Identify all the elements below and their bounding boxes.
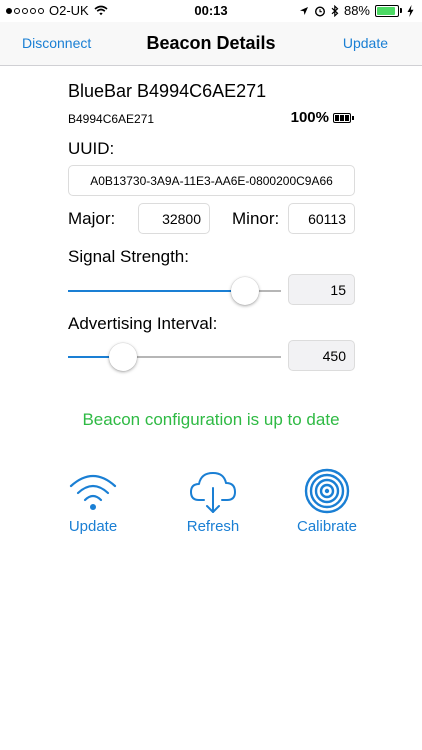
beacon-battery: 100% xyxy=(291,109,354,126)
advertising-interval-slider[interactable] xyxy=(68,341,281,373)
refresh-action-label: Refresh xyxy=(186,518,240,535)
beacon-battery-percent: 100% xyxy=(290,109,329,126)
target-icon xyxy=(304,468,350,514)
beacon-id: B4994C6AE271 xyxy=(68,112,155,126)
beacon-name: BlueBar B4994C6AE271 xyxy=(68,81,267,101)
beacon-battery-icon xyxy=(333,112,354,123)
update-action-button[interactable]: Update xyxy=(38,466,148,535)
signal-strength-label: Signal Strength: xyxy=(68,247,189,266)
signal-strength-slider[interactable] xyxy=(68,275,281,307)
minor-label: Minor: xyxy=(232,209,280,228)
configuration-status-message: Beacon configuration is up to date xyxy=(82,410,340,429)
alarm-clock-icon xyxy=(314,5,325,17)
calibrate-action-label: Calibrate xyxy=(296,518,358,535)
slider-fill xyxy=(68,290,245,292)
calibrate-action-button[interactable]: Calibrate xyxy=(272,466,382,535)
slider-thumb[interactable] xyxy=(230,277,259,305)
bluetooth-icon xyxy=(331,4,339,17)
uuid-field[interactable]: A0B13730-3A9A-11E3-AA6E-0800200C9A66 xyxy=(68,165,355,196)
advertising-interval-label: Advertising Interval: xyxy=(68,314,218,333)
status-bar-right: 88% xyxy=(299,3,414,18)
charging-bolt-icon xyxy=(407,4,414,17)
major-label: Major: xyxy=(68,209,116,228)
battery-icon xyxy=(375,4,402,17)
update-nav-button[interactable]: Update xyxy=(343,35,388,51)
navigation-bar: Disconnect Beacon Details Update xyxy=(0,22,422,66)
location-arrow-icon xyxy=(299,6,308,15)
minor-field[interactable]: 60113 xyxy=(288,203,355,234)
uuid-label: UUID: xyxy=(68,139,115,158)
major-field[interactable]: 32800 xyxy=(138,203,210,234)
refresh-action-button[interactable]: Refresh xyxy=(158,466,268,535)
wifi-icon xyxy=(69,474,117,510)
status-bar: O2-UK 00:13 88% xyxy=(0,0,422,22)
battery-percent: 88% xyxy=(343,3,370,18)
slider-thumb[interactable] xyxy=(108,343,137,371)
update-action-label: Update xyxy=(68,518,118,535)
signal-strength-value[interactable]: 15 xyxy=(288,274,355,305)
cloud-download-icon xyxy=(190,472,236,513)
advertising-interval-value[interactable]: 450 xyxy=(288,340,355,371)
